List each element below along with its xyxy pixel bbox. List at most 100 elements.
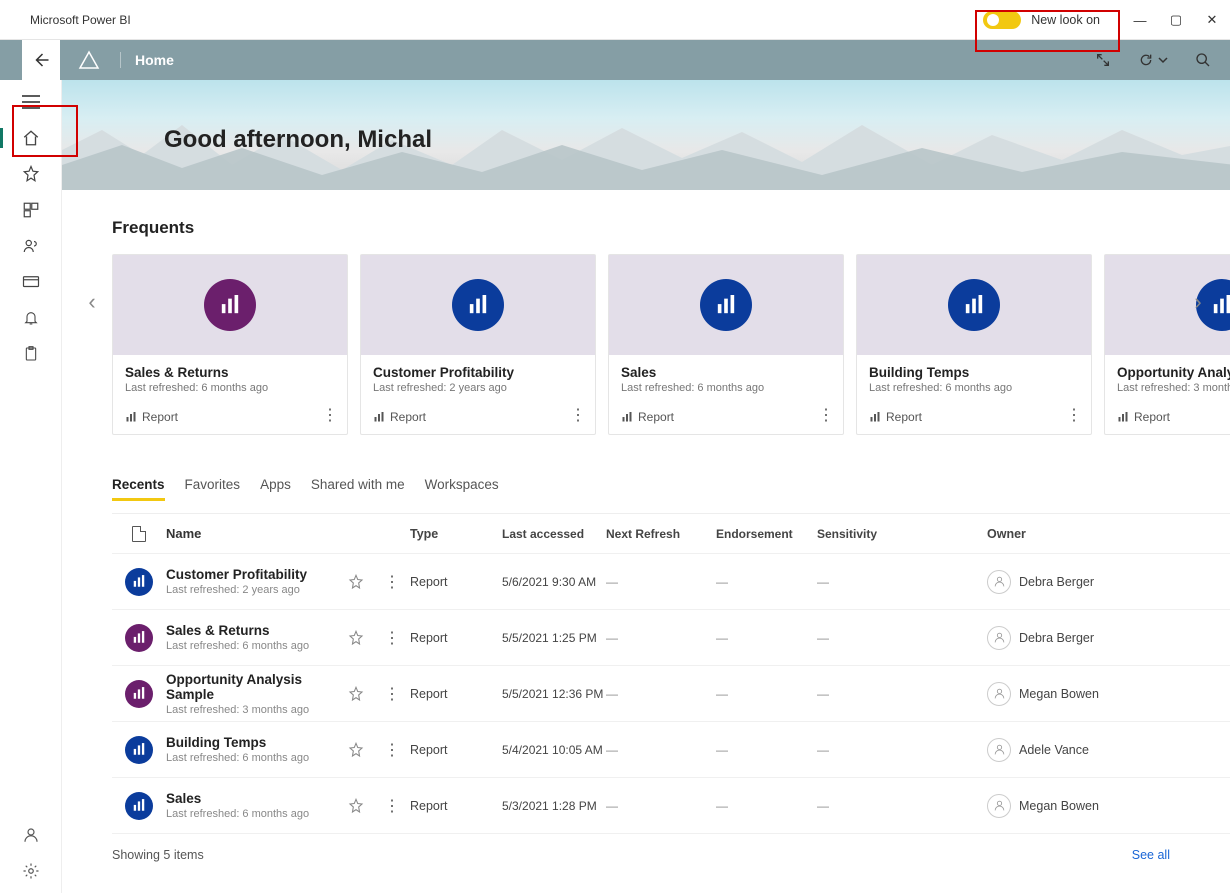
home-icon (22, 129, 40, 147)
row-subtitle: Last refreshed: 2 years ago (166, 584, 338, 596)
card-more-button[interactable]: ⋮ (319, 404, 341, 426)
frequent-card[interactable]: Sales Last refreshed: 6 months ago Repor… (608, 254, 844, 435)
titlebar: Microsoft Power BI New look on — ▢ ✕ (0, 0, 1230, 40)
card-type: Report (373, 410, 583, 424)
card-title: Opportunity Analysis (1117, 365, 1230, 380)
table-row[interactable]: Sales & Returns Last refreshed: 6 months … (112, 610, 1230, 666)
owner-avatar (987, 682, 1011, 706)
nav-shared[interactable] (0, 228, 62, 264)
search-icon (1195, 52, 1211, 68)
maximize-button[interactable]: ▢ (1158, 0, 1194, 40)
row-more-button[interactable]: ⋮ (374, 572, 410, 592)
nav-workspaces[interactable] (0, 264, 62, 300)
apps-icon (22, 201, 40, 219)
nav-home[interactable] (0, 120, 62, 156)
clipboard-icon (23, 345, 39, 363)
tab-recents[interactable]: Recents (112, 477, 165, 501)
header-sensitivity[interactable]: Sensitivity (817, 527, 987, 541)
header-last-accessed[interactable]: Last accessed (502, 527, 606, 541)
minimize-button[interactable]: — (1122, 0, 1158, 40)
row-next-refresh: — (606, 631, 716, 645)
favorite-button[interactable] (338, 574, 374, 590)
tab-favorites[interactable]: Favorites (185, 477, 241, 501)
table-row[interactable]: SalesLast refreshed: 6 months ago ⋮ Repo… (112, 778, 1230, 834)
carousel-next[interactable]: › (1184, 288, 1212, 316)
owner-avatar (987, 626, 1011, 650)
carousel-prev[interactable]: ‹ (78, 288, 106, 316)
close-button[interactable]: ✕ (1194, 0, 1230, 40)
see-all-link[interactable]: See all (1132, 848, 1170, 862)
nav-apps[interactable] (0, 192, 62, 228)
header-next-refresh[interactable]: Next Refresh (606, 527, 716, 541)
favorite-button[interactable] (338, 630, 374, 646)
row-next-refresh: — (606, 575, 716, 589)
nav-settings[interactable] (0, 857, 62, 893)
frequent-card[interactable]: Building Temps Last refreshed: 6 months … (856, 254, 1092, 435)
gear-icon (22, 862, 40, 880)
card-more-button[interactable]: ⋮ (567, 404, 589, 426)
row-more-button[interactable]: ⋮ (374, 628, 410, 648)
person-icon (22, 826, 40, 844)
nav-favorites[interactable] (0, 156, 62, 192)
new-look-toggle[interactable] (983, 11, 1021, 29)
hamburger-button[interactable] (0, 84, 62, 120)
header-endorsement[interactable]: Endorsement (716, 527, 817, 541)
row-type: Report (410, 575, 502, 589)
new-look-toggle-group: New look on (983, 11, 1100, 29)
frequent-card[interactable]: Sales & Returns Last refreshed: 6 months… (112, 254, 348, 435)
card-more-button[interactable]: ⋮ (1063, 404, 1085, 426)
tab-apps[interactable]: Apps (260, 477, 291, 501)
table-row[interactable]: Opportunity Analysis SampleLast refreshe… (112, 666, 1230, 722)
window-controls: — ▢ ✕ (1122, 0, 1230, 40)
row-sensitivity: — (817, 799, 987, 813)
header-owner[interactable]: Owner (987, 527, 1230, 541)
table-row[interactable]: Building TempsLast refreshed: 6 months a… (112, 722, 1230, 778)
refresh-icon (1138, 52, 1154, 68)
card-title: Sales (621, 365, 831, 380)
row-sensitivity: — (817, 575, 987, 589)
card-title: Customer Profitability (373, 365, 583, 380)
arrow-left-icon (32, 51, 50, 69)
nav-account[interactable] (0, 821, 62, 857)
nav-notifications[interactable] (0, 300, 62, 336)
frequent-card[interactable]: Opportunity Analysis Last refreshed: 3 m… (1104, 254, 1230, 435)
header-type[interactable]: Type (410, 527, 502, 541)
app-title: Microsoft Power BI (30, 13, 131, 27)
breadcrumb-home[interactable]: Home (120, 52, 174, 68)
header-name[interactable]: Name (166, 526, 338, 541)
row-last-accessed: 5/6/2021 9:30 AM (502, 575, 606, 589)
row-more-button[interactable]: ⋮ (374, 684, 410, 704)
row-sensitivity: — (817, 743, 987, 757)
row-more-button[interactable]: ⋮ (374, 796, 410, 816)
row-owner: Debra Berger (1019, 631, 1094, 645)
favorite-button[interactable] (338, 686, 374, 702)
brand-logo[interactable] (70, 48, 108, 72)
report-icon (204, 279, 256, 331)
card-type: Report (1117, 410, 1230, 424)
table-row[interactable]: Customer ProfitabilityLast refreshed: 2 … (112, 554, 1230, 610)
row-next-refresh: — (606, 743, 716, 757)
card-more-button[interactable]: ⋮ (815, 404, 837, 426)
content-tabs: Recents Favorites Apps Shared with me Worksp… (112, 477, 1230, 501)
doc-icon (132, 526, 146, 542)
favorite-button[interactable] (338, 798, 374, 814)
tab-shared-with-me[interactable]: Shared with me (311, 477, 405, 501)
hero-banner: Good afternoon, Michal (62, 80, 1230, 190)
tab-workspaces[interactable]: Workspaces (425, 477, 499, 501)
chevron-down-icon (1158, 55, 1168, 65)
report-icon (125, 624, 153, 652)
search-button[interactable] (1190, 47, 1216, 73)
nav-clipboard[interactable] (0, 336, 62, 372)
bell-icon (23, 309, 39, 327)
back-button[interactable] (22, 40, 60, 80)
row-more-button[interactable]: ⋮ (374, 740, 410, 760)
report-icon (125, 568, 153, 596)
favorite-button[interactable] (338, 742, 374, 758)
fullscreen-button[interactable] (1090, 47, 1116, 73)
row-subtitle: Last refreshed: 6 months ago (166, 640, 338, 652)
showing-count: Showing 5 items (112, 848, 204, 862)
refresh-dropdown[interactable] (1134, 47, 1172, 73)
row-name: Sales & Returns (166, 623, 338, 638)
frequent-card[interactable]: Customer Profitability Last refreshed: 2… (360, 254, 596, 435)
report-icon (125, 680, 153, 708)
